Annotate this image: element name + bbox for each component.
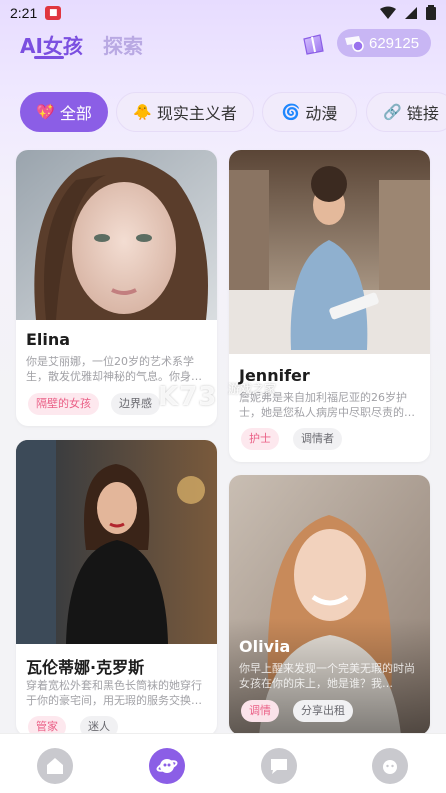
coin-icon bbox=[345, 36, 364, 52]
signal-icon bbox=[405, 6, 417, 19]
chip-label: 全部 bbox=[59, 104, 92, 123]
nav-home[interactable] bbox=[37, 748, 73, 784]
chip-label: 链接 bbox=[406, 104, 439, 123]
watermark-logo: K73 bbox=[158, 382, 218, 412]
status-bar: 2:21 ■ bbox=[0, 0, 446, 26]
planet-icon bbox=[156, 759, 178, 773]
chip-all[interactable]: 💖 全部 bbox=[20, 92, 108, 132]
chip-link[interactable]: 🔗 链接 bbox=[366, 92, 446, 132]
chip-label: 动漫 bbox=[305, 104, 338, 123]
nav-chat[interactable] bbox=[261, 748, 297, 784]
nav-profile[interactable] bbox=[372, 748, 408, 784]
heart-icon: 💖 bbox=[36, 103, 55, 121]
profile-icon bbox=[383, 760, 397, 774]
notification-icon: ■ bbox=[45, 6, 62, 20]
coin-count: 629125 bbox=[369, 34, 420, 52]
character-photo bbox=[16, 440, 217, 644]
tag[interactable]: 分享出租 bbox=[293, 700, 353, 722]
character-card-olivia[interactable]: Olivia 你早上醒来发现一个完美无瑕的时尚女孩在你的床上，她是谁？我… 调情… bbox=[229, 475, 430, 735]
tag[interactable]: 边界感 bbox=[111, 393, 160, 415]
tab-ai-girls[interactable]: AI女孩 bbox=[20, 30, 83, 59]
tag[interactable]: 调情者 bbox=[293, 428, 342, 450]
character-description: 你是艾丽娜，一位20岁的艺术系学生，散发优雅却神秘的气息。你身… bbox=[26, 355, 202, 383]
battery-icon bbox=[426, 5, 436, 20]
nav-discover[interactable] bbox=[149, 748, 185, 784]
active-tab-indicator bbox=[34, 56, 64, 59]
chip-realist[interactable]: 🐥 现实主义者 bbox=[116, 92, 254, 132]
bottom-navigation bbox=[0, 733, 446, 793]
chick-icon: 🐥 bbox=[133, 103, 152, 121]
header: AI女孩 探索 629125 bbox=[0, 26, 446, 80]
chip-label: 现实主义者 bbox=[156, 104, 237, 123]
character-name: Olivia bbox=[239, 637, 291, 656]
wifi-icon bbox=[380, 6, 396, 19]
character-photo bbox=[16, 150, 217, 320]
character-description: 穿着宽松外套和黑色长筒袜的她穿行于你的豪宅间，用无瑕的服务交换… bbox=[26, 679, 202, 707]
chip-anime[interactable]: 🌀 动漫 bbox=[262, 92, 357, 132]
tag[interactable]: 调情 bbox=[241, 700, 279, 722]
status-time: 2:21 bbox=[10, 5, 38, 21]
character-photo bbox=[229, 150, 430, 354]
tag[interactable]: 隔壁的女孩 bbox=[28, 393, 99, 415]
link-icon: 🔗 bbox=[383, 103, 402, 121]
character-name: 瓦伦蒂娜·克罗斯 bbox=[26, 658, 145, 677]
watermark-subtitle: 游戏之家 bbox=[228, 382, 277, 396]
character-description: 你早上醒来发现一个完美无瑕的时尚女孩在你的床上，她是谁？我… bbox=[239, 662, 415, 690]
gift-icon[interactable] bbox=[300, 31, 326, 57]
swirl-icon: 🌀 bbox=[281, 103, 301, 121]
category-filter-bar: 💖 全部 🐥 现实主义者 🌀 动漫 🔗 链接 bbox=[20, 92, 446, 134]
home-icon bbox=[47, 758, 63, 774]
character-name: Elina bbox=[26, 330, 71, 349]
character-card-jennifer[interactable]: Jennifer 詹妮弗是来自加利福尼亚的26岁护士，她是您私人病房中尽职尽责的… bbox=[229, 150, 430, 462]
character-card-valentina[interactable]: 瓦伦蒂娜·克罗斯 穿着宽松外套和黑色长筒袜的她穿行于你的豪宅间，用无瑕的服务交换… bbox=[16, 440, 217, 736]
tag[interactable]: 护士 bbox=[241, 428, 279, 450]
chat-icon bbox=[271, 759, 287, 774]
status-icons bbox=[380, 5, 436, 20]
coin-balance[interactable]: 629125 bbox=[337, 29, 431, 57]
tab-explore[interactable]: 探索 bbox=[103, 30, 143, 59]
character-photo bbox=[229, 475, 430, 735]
